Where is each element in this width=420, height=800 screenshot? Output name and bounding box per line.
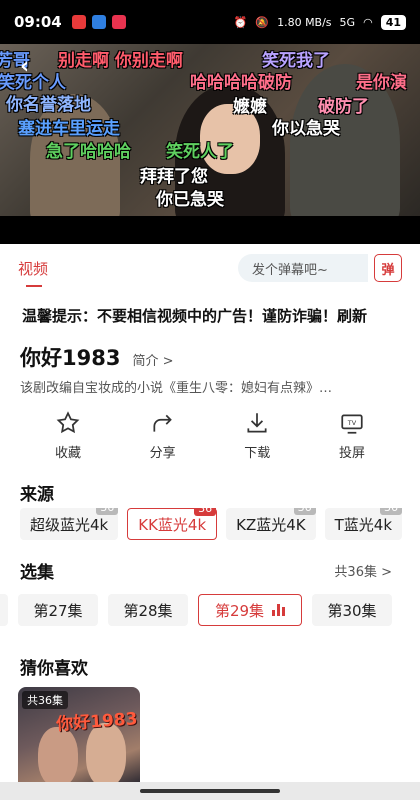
source-label: KZ蓝光4K xyxy=(236,515,306,534)
intro-link[interactable]: 简介 > xyxy=(132,350,173,369)
episode-item-active[interactable]: 第29集 xyxy=(198,594,302,626)
danmaku-comment: 急了哈哈哈 xyxy=(46,142,131,162)
danmaku-comment: 嬷嬷 xyxy=(233,97,267,117)
danmaku-comment: 拜拜了您 xyxy=(140,167,208,187)
show-description: 该剧改编自宝妆成的小说《重生八零：媳妇有点辣》… xyxy=(20,381,333,396)
notice-banner: 温馨提示：不要相信视频中的广告！谨防诈骗！刷新 xyxy=(22,307,368,325)
episodes-title: 选集 xyxy=(20,563,54,583)
sources-title: 来源 xyxy=(20,485,54,505)
tabs-bar: 视频 发个弹幕吧~ 弹 xyxy=(0,244,420,292)
star-icon xyxy=(56,411,80,434)
poster-logo: 你好1983 xyxy=(55,709,139,735)
source-count-badge: 36 xyxy=(293,508,316,515)
danmaku-comment: 哈哈哈哈破防 xyxy=(190,73,292,93)
source-item-active[interactable]: KK蓝光4k 36 xyxy=(127,508,218,540)
title-row: 你好1983 简介 > xyxy=(20,342,173,372)
source-label: T蓝光4k xyxy=(334,515,393,534)
app-notification-icon xyxy=(91,15,106,29)
favorite-button[interactable]: 收藏 xyxy=(28,410,108,461)
source-count-badge: 36 xyxy=(96,508,119,515)
alarm-icon: ⏰ xyxy=(233,15,248,29)
episode-label: 第29集 xyxy=(214,601,265,620)
source-label: KK蓝光4k xyxy=(138,515,207,534)
status-time: 09:04 xyxy=(14,13,62,31)
home-indicator xyxy=(0,782,420,800)
source-item[interactable]: T蓝光4k 36 xyxy=(324,508,403,540)
episode-item[interactable]: 第30集 xyxy=(312,594,392,626)
app-notification-icon xyxy=(71,15,86,29)
video-bottom-bar xyxy=(0,216,420,244)
recommend-card[interactable]: 共36集 你好1983 xyxy=(18,687,140,783)
net-speed: 1.80 MB/s xyxy=(277,15,332,29)
mute-icon: 🔕 xyxy=(255,15,270,29)
action-label: 分享 xyxy=(149,446,176,461)
status-indicators: ⏰ 🔕 1.80 MB/s 5G ◠ 41 xyxy=(233,14,406,30)
action-label: 收藏 xyxy=(54,446,81,461)
download-button[interactable]: 下载 xyxy=(217,410,297,461)
poster-figure xyxy=(38,727,78,783)
back-arrow-icon[interactable]: ‹ xyxy=(20,54,29,79)
danmaku-toggle-button[interactable]: 弹 xyxy=(374,254,402,282)
source-count-badge: 36 xyxy=(194,508,217,516)
tab-video[interactable]: 视频 xyxy=(18,258,48,287)
status-bar: 09:04 ⏰ 🔕 1.80 MB/s 5G ◠ 41 xyxy=(0,0,420,44)
show-title: 你好1983 xyxy=(20,346,121,370)
playing-bars-icon xyxy=(272,604,286,616)
danmaku-comment: 是你演 xyxy=(356,73,407,93)
download-icon xyxy=(247,413,267,433)
danmaku-comment: 你名誉落地 xyxy=(6,95,91,115)
danmaku-comment: 别走啊 你别走啊 xyxy=(58,51,183,71)
cast-button[interactable]: TV 投屏 xyxy=(312,410,392,461)
danmaku-comment: 你以急哭 xyxy=(272,119,340,139)
wifi-icon: ◠ xyxy=(363,15,373,29)
danmaku-comment: 你已急哭 xyxy=(156,190,224,210)
share-icon xyxy=(153,414,172,432)
danmaku-input[interactable]: 发个弹幕吧~ xyxy=(238,254,368,282)
action-label: 投屏 xyxy=(338,446,365,461)
source-item[interactable]: KZ蓝光4K 36 xyxy=(226,508,316,540)
source-item[interactable]: 超级蓝光4k 36 xyxy=(20,508,119,540)
danmaku-comment: 塞进车里运走 xyxy=(18,119,120,139)
recommend-title: 猜你喜欢 xyxy=(20,659,88,679)
episode-count-badge: 共36集 xyxy=(22,691,68,709)
source-count-badge: 36 xyxy=(380,508,403,515)
video-player[interactable]: 别走啊 你别走啊 笑死我了 笑死个人 哈哈哈哈破防 是你演 你名誉落地 嬷嬷 破防了 塞进车里运… xyxy=(0,44,420,216)
episode-item[interactable]: 第28集 xyxy=(108,594,188,626)
battery-level: 41 xyxy=(380,14,406,30)
app-notification-icon xyxy=(111,15,126,29)
share-button[interactable]: 分享 xyxy=(123,410,203,461)
signal-label: 5G xyxy=(339,15,356,29)
source-label: 超级蓝光4k xyxy=(30,515,109,534)
source-list: 超级蓝光4k 36 KK蓝光4k 36 KZ蓝光4K 36 T蓝光4k 36 xyxy=(20,508,420,540)
home-bar xyxy=(140,789,280,793)
action-row: 收藏 分享 下载 TV 投屏 xyxy=(20,410,400,461)
episodes-header: 选集 共36集 > xyxy=(20,558,392,583)
episode-list: 第27集 第28集 第29集 第30集 xyxy=(0,594,420,626)
episodes-total-link[interactable]: 共36集 > xyxy=(334,561,392,580)
action-label: 下载 xyxy=(244,446,271,461)
episode-item[interactable]: 第27集 xyxy=(18,594,98,626)
danmaku-comment: 笑死人了 xyxy=(166,142,234,162)
episode-item[interactable] xyxy=(0,594,8,626)
tv-cast-icon: TV xyxy=(341,414,363,434)
svg-text:TV: TV xyxy=(347,419,357,427)
